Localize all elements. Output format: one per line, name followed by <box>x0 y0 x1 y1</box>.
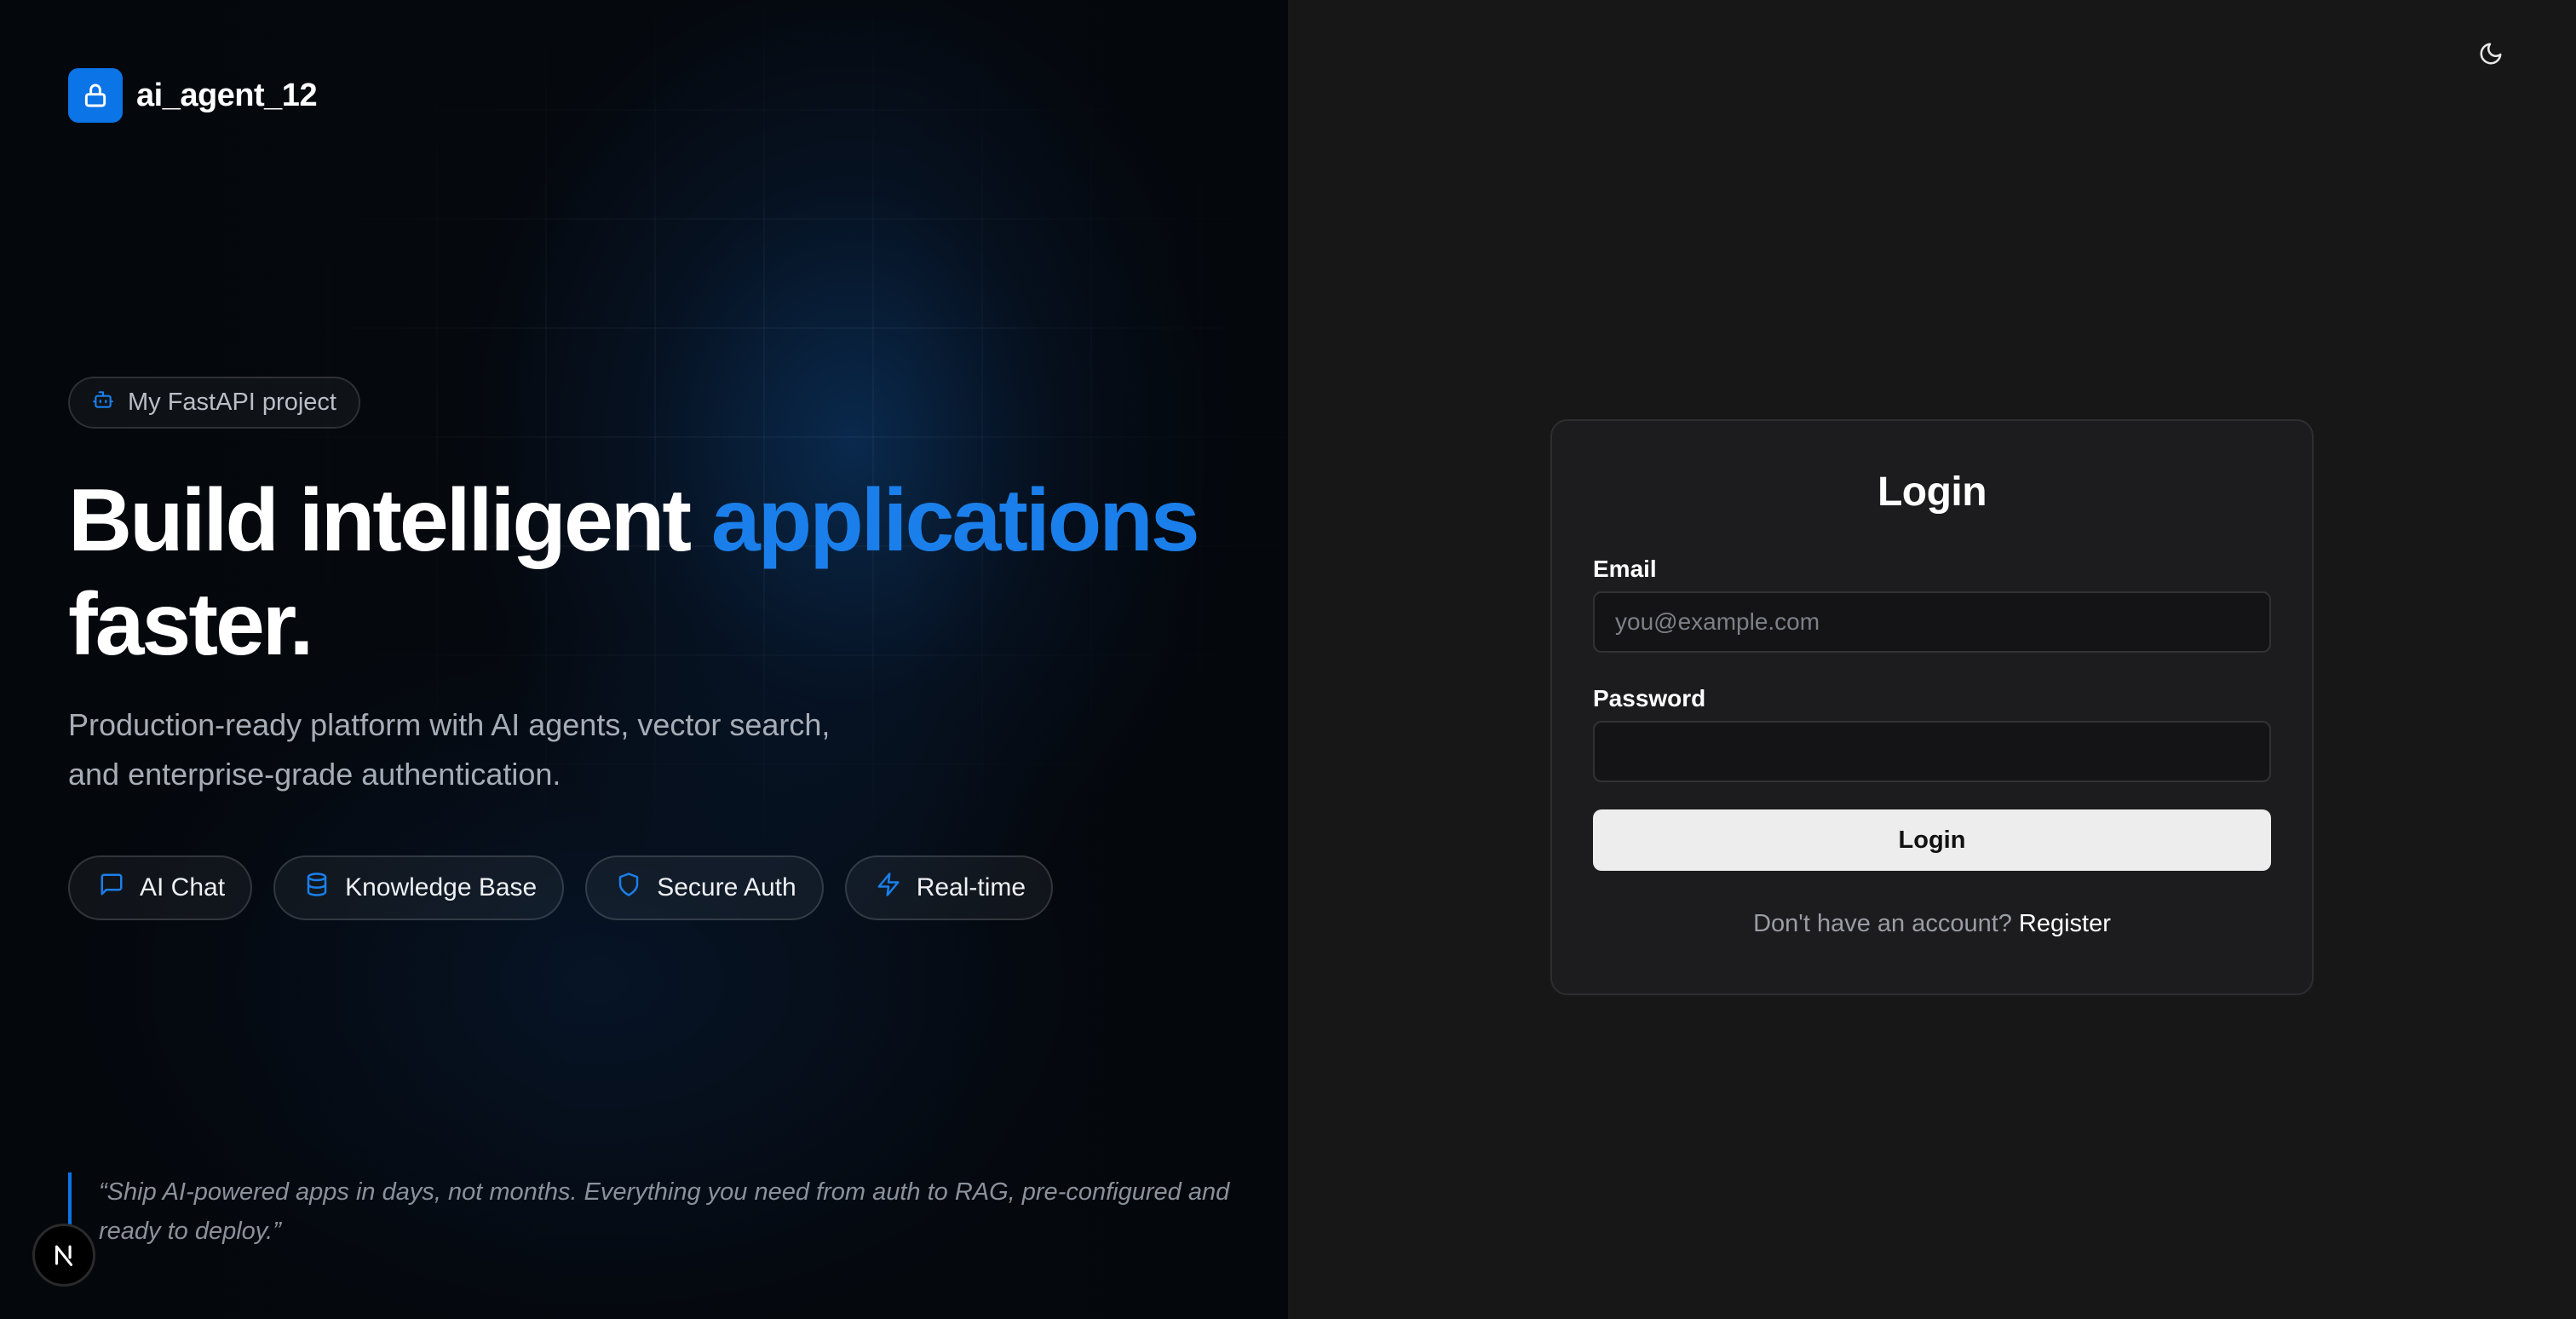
hero-panel: ai_agent_12 My FastAPI project Build int… <box>0 0 1288 1319</box>
register-prompt: Don't have an account? Register <box>1593 910 2271 938</box>
password-label: Password <box>1593 685 1706 711</box>
moon-icon <box>2478 41 2504 69</box>
database-icon <box>304 872 330 904</box>
lock-icon <box>68 68 123 123</box>
login-button[interactable]: Login <box>1593 809 2271 871</box>
feature-label: Knowledge Base <box>345 873 538 901</box>
bot-icon <box>92 389 114 418</box>
register-prompt-text: Don't have an account? <box>1753 910 2012 937</box>
zap-icon <box>876 872 901 904</box>
login-card: Login Email Password Login Don't have an… <box>1550 419 2314 995</box>
register-link[interactable]: Register <box>2019 910 2111 937</box>
email-field[interactable] <box>1593 591 2271 653</box>
nextjs-icon[interactable] <box>32 1224 95 1287</box>
message-square-icon <box>99 872 124 904</box>
feature-real-time: Real-time <box>844 855 1054 920</box>
headline-accent: applications <box>710 471 1200 570</box>
app-root: ai_agent_12 My FastAPI project Build int… <box>0 0 2576 1319</box>
password-field[interactable] <box>1593 721 2271 782</box>
project-tag: My FastAPI project <box>68 377 360 429</box>
email-label: Email <box>1593 556 1657 582</box>
headline-part-2: faster. <box>68 575 313 674</box>
auth-panel: Login Email Password Login Don't have an… <box>1288 0 2576 1319</box>
feature-knowledge-base: Knowledge Base <box>273 855 565 920</box>
shield-icon <box>616 872 641 904</box>
login-title: Login <box>1877 469 1987 515</box>
feature-ai-chat: AI Chat <box>68 855 253 920</box>
feature-label: Real-time <box>916 873 1026 901</box>
feature-secure-auth: Secure Auth <box>585 855 824 920</box>
headline-part-1: Build intelligent <box>68 471 711 570</box>
brand[interactable]: ai_agent_12 <box>68 68 318 123</box>
feature-label: Secure Auth <box>657 873 796 901</box>
feature-label: AI Chat <box>140 873 226 901</box>
project-tag-label: My FastAPI project <box>128 389 336 416</box>
hero-headline: Build intelligent applications faster. <box>68 469 1218 677</box>
feature-list: AI Chat Knowledge Base Secure Auth Real-… <box>68 855 1054 920</box>
theme-toggle-button[interactable] <box>2467 31 2515 78</box>
brand-name: ai_agent_12 <box>136 77 318 113</box>
hero-subtext: Production-ready platform with AI agents… <box>68 707 831 792</box>
hero-quote: “Ship AI-powered apps in days, not month… <box>68 1172 1244 1251</box>
